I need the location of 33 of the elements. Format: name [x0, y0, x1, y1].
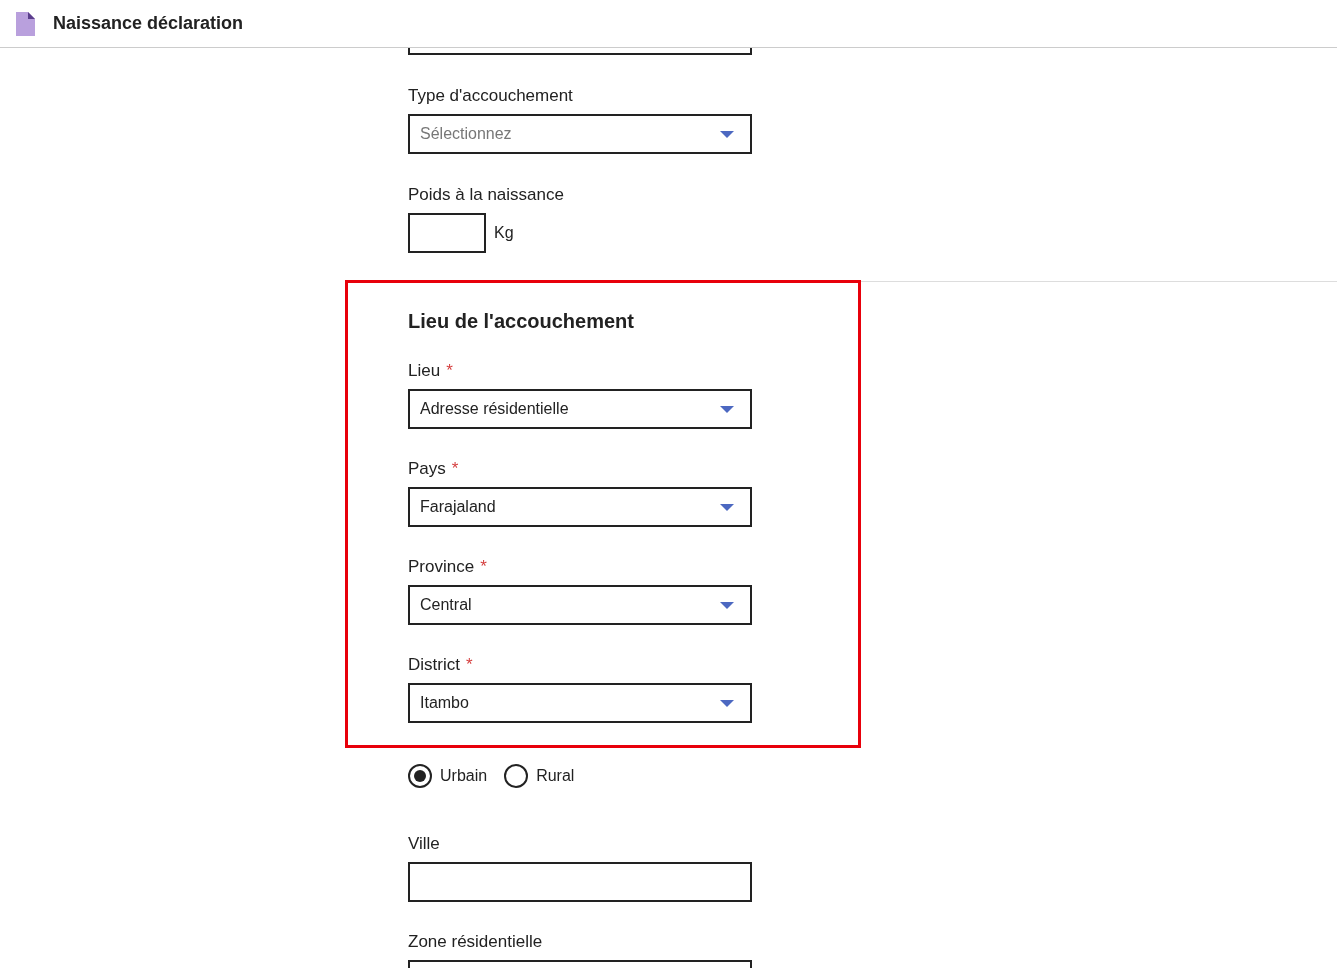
page-title: Naissance déclaration	[53, 12, 244, 35]
select-field[interactable]: Central	[408, 585, 752, 625]
field-label: Pays	[408, 458, 446, 481]
document-icon	[16, 11, 35, 36]
input-field[interactable]	[408, 48, 752, 55]
field-label: Province	[408, 556, 475, 579]
required-mark: *	[446, 360, 453, 383]
field-label: Lieu	[408, 360, 441, 383]
select-field[interactable]: Sélectionnez	[408, 114, 752, 154]
caret-icon	[720, 131, 734, 139]
input-field[interactable]	[408, 862, 752, 902]
unit-label: Kg	[494, 223, 514, 243]
required-mark: *	[480, 556, 487, 579]
select-field[interactable]: Itambo	[408, 683, 752, 723]
caret-icon	[720, 700, 734, 708]
field-label: District	[408, 654, 460, 677]
required-mark: *	[465, 654, 473, 677]
radio-button[interactable]	[408, 764, 432, 788]
caret-icon	[720, 406, 734, 414]
caret-icon	[720, 504, 734, 512]
field-label: Zone résidentielle	[408, 931, 543, 954]
field-label: Ville	[408, 833, 440, 856]
field-label: Type d'accouchement	[408, 85, 573, 108]
select-field[interactable]: Farajaland	[408, 487, 752, 527]
required-mark: *	[451, 458, 459, 481]
weight-input[interactable]	[408, 213, 486, 253]
field-label: Poids à la naissance	[408, 184, 564, 207]
radio-button[interactable]	[504, 764, 529, 788]
section-title: Lieu de l'accouchement	[408, 309, 635, 334]
radio-label: Rural	[536, 766, 575, 786]
select-field[interactable]: Adresse résidentielle	[408, 389, 752, 429]
caret-icon	[720, 602, 734, 610]
radio-label: Urbain	[440, 766, 488, 786]
